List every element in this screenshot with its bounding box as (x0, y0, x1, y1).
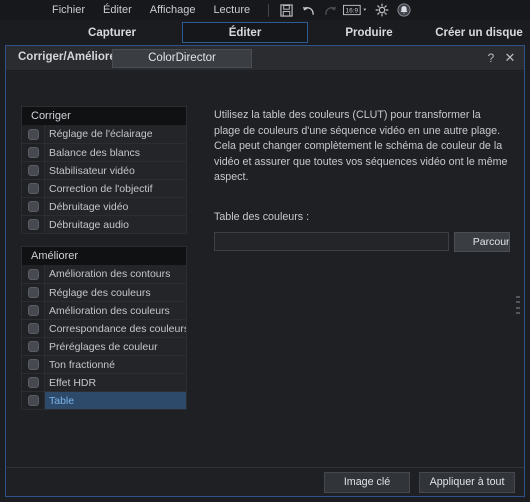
list-item-label: Réglage de l'éclairage (49, 128, 153, 140)
group-list-ameliorer: Amélioration des contours Réglage des co… (21, 265, 187, 410)
list-item-table-selected[interactable]: Table (22, 391, 186, 409)
list-item[interactable]: Stabilisateur vidéo (22, 161, 186, 179)
menu-fichier[interactable]: Fichier (43, 0, 94, 20)
list-item[interactable]: Amélioration des couleurs (22, 301, 186, 319)
list-item-label: Correspondance des couleurs (49, 322, 186, 335)
color-table-label: Table des couleurs : (214, 210, 310, 223)
main-nav-tabs: Capturer Éditer Produire Créer un disque (0, 20, 530, 45)
list-item-label: Stabilisateur vidéo (49, 164, 135, 177)
aspect-ratio-icon[interactable]: 16:9 (342, 1, 370, 19)
panel-body: Corriger Réglage de l'éclairage Balance … (6, 72, 524, 468)
settings-gear-icon[interactable] (372, 1, 392, 19)
nav-tab-capturer[interactable]: Capturer (47, 22, 177, 43)
checkbox-icon[interactable] (28, 305, 39, 316)
list-item-label: Correction de l'objectif (49, 182, 153, 195)
checkbox-icon[interactable] (28, 165, 39, 176)
menu-editer[interactable]: Éditer (94, 0, 141, 20)
list-item[interactable]: Réglage de l'éclairage (22, 125, 186, 143)
checkbox-icon[interactable] (28, 128, 39, 140)
svg-text:16:9: 16:9 (346, 8, 359, 15)
undo-icon[interactable] (298, 1, 318, 19)
list-item-label: Effet HDR (49, 376, 97, 389)
checkbox-icon[interactable] (28, 147, 39, 158)
list-item-label: Préréglages de couleur (49, 340, 158, 353)
redo-icon[interactable] (320, 1, 340, 19)
group-ameliorer: Améliorer Amélioration des contours Régl… (21, 246, 187, 410)
settings-content-column: Utilisez la table des couleurs (CLUT) po… (214, 108, 510, 252)
color-table-field-row: Parcourir (214, 231, 510, 252)
checkbox-icon[interactable] (28, 323, 39, 334)
list-item-label: Réglage des couleurs (49, 286, 151, 299)
close-icon[interactable]: ✕ (503, 50, 517, 66)
grip-dot (515, 296, 520, 298)
list-item-label: Débruitage audio (49, 218, 129, 231)
panel-titlebar: Corriger/Améliorer ColorDirector ? ✕ (6, 46, 524, 71)
list-item[interactable]: Amélioration des contours (22, 265, 186, 283)
group-header-ameliorer: Améliorer (21, 246, 187, 265)
menu-affichage[interactable]: Affichage (141, 0, 205, 20)
menu-lecture[interactable]: Lecture (204, 0, 259, 20)
list-item-label: Balance des blancs (49, 146, 141, 159)
checkbox-icon[interactable] (28, 395, 39, 406)
help-icon[interactable]: ? (484, 50, 498, 66)
browse-button[interactable]: Parcourir (453, 231, 510, 252)
list-item[interactable]: Balance des blancs (22, 143, 186, 161)
save-icon[interactable] (276, 1, 296, 19)
checkbox-icon[interactable] (28, 219, 39, 230)
panel-tab-colordirector[interactable]: ColorDirector (112, 49, 252, 68)
effects-list-column: Corriger Réglage de l'éclairage Balance … (21, 106, 187, 422)
group-header-corriger: Corriger (21, 106, 187, 125)
checkbox-icon[interactable] (28, 201, 39, 212)
menu-bar: Fichier Éditer Affichage Lecture 16:9 (0, 0, 530, 20)
list-item-label: Table (49, 394, 75, 407)
checkbox-icon[interactable] (28, 268, 39, 280)
group-list-corriger: Réglage de l'éclairage Balance des blanc… (21, 125, 187, 234)
corriger-ameliorer-panel: Corriger/Améliorer ColorDirector ? ✕ Cor… (5, 45, 525, 497)
list-item[interactable]: Correction de l'objectif (22, 179, 186, 197)
list-item[interactable]: Ton fractionné (22, 355, 186, 373)
list-item[interactable]: Débruitage audio (22, 215, 186, 233)
color-table-input[interactable] (214, 232, 449, 251)
notification-bell-icon[interactable] (394, 1, 414, 19)
list-item[interactable]: Effet HDR (22, 373, 186, 391)
nav-tab-creer-un-disque[interactable]: Créer un disque (424, 22, 530, 43)
checkbox-icon[interactable] (28, 183, 39, 194)
grip-dot (515, 311, 520, 314)
keyframe-button[interactable]: Image clé (324, 471, 410, 493)
nav-tab-editer[interactable]: Éditer (182, 22, 308, 43)
grip-dot (515, 301, 520, 304)
toolbar-divider (268, 3, 270, 17)
list-item[interactable]: Correspondance des couleurs (22, 319, 186, 337)
grip-dot (515, 306, 520, 309)
list-item[interactable]: Réglage des couleurs (22, 283, 186, 301)
checkbox-icon[interactable] (28, 359, 39, 370)
checkbox-icon[interactable] (28, 377, 39, 388)
checkbox-icon[interactable] (28, 341, 39, 352)
group-corriger: Corriger Réglage de l'éclairage Balance … (21, 106, 187, 234)
nav-tab-produire[interactable]: Produire (314, 22, 424, 43)
list-item-label: Amélioration des couleurs (49, 304, 170, 317)
list-item-label: Ton fractionné (49, 358, 115, 371)
apply-to-all-button[interactable]: Appliquer à tout (419, 471, 515, 493)
panel-resize-grip[interactable] (515, 294, 520, 316)
list-item[interactable]: Débruitage vidéo (22, 197, 186, 215)
list-item-label: Amélioration des contours (49, 268, 171, 280)
panel-tab-corriger-ameliorer[interactable]: Corriger/Améliorer (18, 51, 120, 63)
panel-footer: Image clé Appliquer à tout (6, 467, 524, 496)
list-item[interactable]: Préréglages de couleur (22, 337, 186, 355)
list-item-label: Débruitage vidéo (49, 200, 129, 213)
checkbox-icon[interactable] (28, 287, 39, 298)
clut-description-text: Utilisez la table des couleurs (CLUT) po… (214, 109, 508, 183)
application-window: Fichier Éditer Affichage Lecture 16:9 Ca… (0, 0, 530, 502)
